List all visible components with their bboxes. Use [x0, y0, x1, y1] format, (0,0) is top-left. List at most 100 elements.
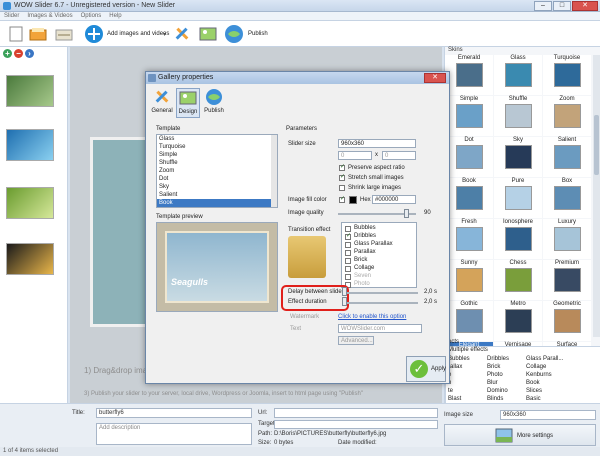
add-slide-icon[interactable]: + — [3, 49, 12, 58]
skin-shuffle[interactable]: Shuffle — [494, 96, 542, 136]
effect-item[interactable]: n — [448, 379, 486, 387]
hex-input[interactable]: #000000 — [372, 195, 416, 204]
new-document-icon[interactable] — [6, 24, 26, 44]
dropdown-arrow-icon[interactable]: ▾ — [163, 31, 166, 38]
add-images-icon[interactable] — [84, 24, 104, 44]
skin-box[interactable]: Box — [543, 178, 591, 218]
skin-luxury[interactable]: Luxury — [543, 219, 591, 259]
skin-pure[interactable]: Pure — [494, 178, 542, 218]
effect-item[interactable]: Brick — [487, 363, 525, 371]
preserve-aspect-checkbox[interactable] — [339, 163, 345, 171]
template-item[interactable]: Sky — [157, 183, 277, 191]
quality-slider-knob[interactable] — [404, 209, 409, 218]
target-select[interactable] — [274, 420, 438, 429]
transition-item[interactable]: Brick — [354, 257, 367, 263]
skin-salient[interactable]: Salient — [543, 137, 591, 177]
duration-slider-knob[interactable] — [342, 297, 347, 306]
template-item[interactable]: Dot — [157, 175, 277, 183]
publish-icon[interactable] — [224, 24, 244, 44]
image-icon[interactable] — [198, 24, 218, 44]
slide-thumbnail-4[interactable] — [6, 243, 54, 275]
skin-glass[interactable]: Glass — [494, 55, 542, 95]
remove-slide-icon[interactable]: − — [14, 49, 23, 58]
transition-item[interactable]: Dribbles — [354, 233, 376, 239]
slider-width-input[interactable]: 0 — [338, 151, 372, 160]
transition-checkbox[interactable] — [345, 250, 351, 256]
effect-item[interactable]: Glass Parall... — [526, 355, 570, 363]
slide-thumbnail-1[interactable] — [6, 75, 54, 107]
template-list[interactable]: Glass Turquoise Simple Shuffle Zoom Dot Sky Sal… — [156, 134, 278, 208]
skin-book[interactable]: Book — [445, 178, 493, 218]
effect-item[interactable]: Blast — [448, 395, 486, 403]
effect-item[interactable]: Blinds — [487, 395, 525, 403]
skin-simple[interactable]: Simple — [445, 96, 493, 136]
dialog-close-button[interactable]: ✕ — [424, 73, 446, 83]
menu-slider[interactable]: Slider — [4, 12, 19, 20]
skin-premium[interactable]: Premium — [543, 260, 591, 300]
template-item[interactable]: Turquoise — [157, 143, 277, 151]
skins-scrollbar[interactable] — [593, 55, 600, 337]
apply-button[interactable]: ✓ Apply — [406, 356, 446, 382]
template-item[interactable]: Glass — [157, 135, 277, 143]
watermark-text-input[interactable]: WOWSlider.com — [338, 324, 422, 333]
shrink-large-checkbox[interactable] — [339, 185, 345, 191]
skin-sunny[interactable]: Sunny — [445, 260, 493, 300]
effect-item[interactable]: Domino — [487, 387, 525, 395]
title-input[interactable]: butterfly6 — [96, 408, 252, 418]
slider-size-select[interactable]: 960x360 — [338, 139, 416, 148]
slide-thumbnail-2[interactable] — [6, 129, 54, 161]
skin-fresh[interactable]: Fresh — [445, 219, 493, 259]
transition-checkbox[interactable] — [345, 232, 351, 240]
template-scrollbar[interactable] — [271, 135, 277, 207]
fill-color-checkbox[interactable] — [339, 195, 345, 203]
effect-item[interactable]: te — [448, 387, 486, 395]
save-icon[interactable] — [54, 24, 74, 44]
transition-checkbox[interactable] — [345, 258, 351, 264]
transition-item[interactable]: Glass Parallax — [354, 241, 393, 247]
effect-item[interactable]: Slices — [526, 387, 570, 395]
open-folder-icon[interactable] — [28, 24, 48, 44]
skin-zoom[interactable]: Zoom — [543, 96, 591, 136]
skin-chess[interactable]: Chess — [494, 260, 542, 300]
slide-thumbnail-3[interactable] — [6, 187, 54, 219]
more-settings-button[interactable]: More settings — [444, 424, 596, 446]
template-item[interactable]: Salient — [157, 191, 277, 199]
skin-ionosphere[interactable]: Ionosphere — [494, 219, 542, 259]
add-images-label[interactable]: Add images and videos — [107, 31, 169, 37]
template-item[interactable]: Book — [157, 199, 277, 207]
move-slide-icon[interactable]: › — [25, 49, 34, 58]
maximize-button[interactable]: □ — [553, 1, 571, 11]
effect-item[interactable]: Book — [526, 379, 570, 387]
stretch-small-checkbox[interactable] — [339, 173, 345, 181]
effect-item[interactable]: Bubbles — [448, 355, 486, 363]
minimize-button[interactable]: – — [534, 1, 552, 11]
transition-checkbox[interactable] — [345, 274, 351, 280]
skin-sky[interactable]: Sky — [494, 137, 542, 177]
close-button[interactable]: ✕ — [572, 1, 598, 11]
transition-effect-list[interactable]: Bubbles Dribbles Glass Parallax Parallax Bri… — [341, 222, 417, 288]
transition-item[interactable]: Parallax — [354, 249, 376, 255]
tools-icon[interactable] — [172, 24, 192, 44]
template-item[interactable]: Zoom — [157, 167, 277, 175]
skin-dot[interactable]: Dot — [445, 137, 493, 177]
skin-emerald[interactable]: Emerald — [445, 55, 493, 95]
effect-item[interactable]: Collage — [526, 363, 570, 371]
effect-item[interactable]: Photo — [487, 371, 525, 379]
effect-item[interactable]: Dribbles — [487, 355, 525, 363]
transition-item[interactable]: Collage — [354, 265, 374, 271]
tab-publish[interactable]: Publish — [202, 88, 226, 118]
publish-label[interactable]: Publish — [248, 31, 268, 37]
template-item[interactable]: Simple — [157, 151, 277, 159]
skin-turquoise[interactable]: Turquoise — [543, 55, 591, 95]
description-input[interactable]: Add description — [96, 423, 252, 445]
effect-item[interactable]: Blur — [487, 379, 525, 387]
transition-item[interactable]: Seven — [354, 273, 371, 279]
template-item[interactable]: Shuffle — [157, 159, 277, 167]
transition-item[interactable]: Photo — [354, 281, 370, 287]
menu-images-videos[interactable]: Images & Videos — [27, 12, 72, 20]
slider-height-input[interactable]: 0 — [382, 151, 416, 160]
transition-item[interactable]: Bubbles — [354, 225, 376, 231]
image-size-select[interactable]: 960x360 — [500, 410, 596, 420]
menu-options[interactable]: Options — [81, 12, 102, 20]
effect-item[interactable]: rallax — [448, 363, 486, 371]
